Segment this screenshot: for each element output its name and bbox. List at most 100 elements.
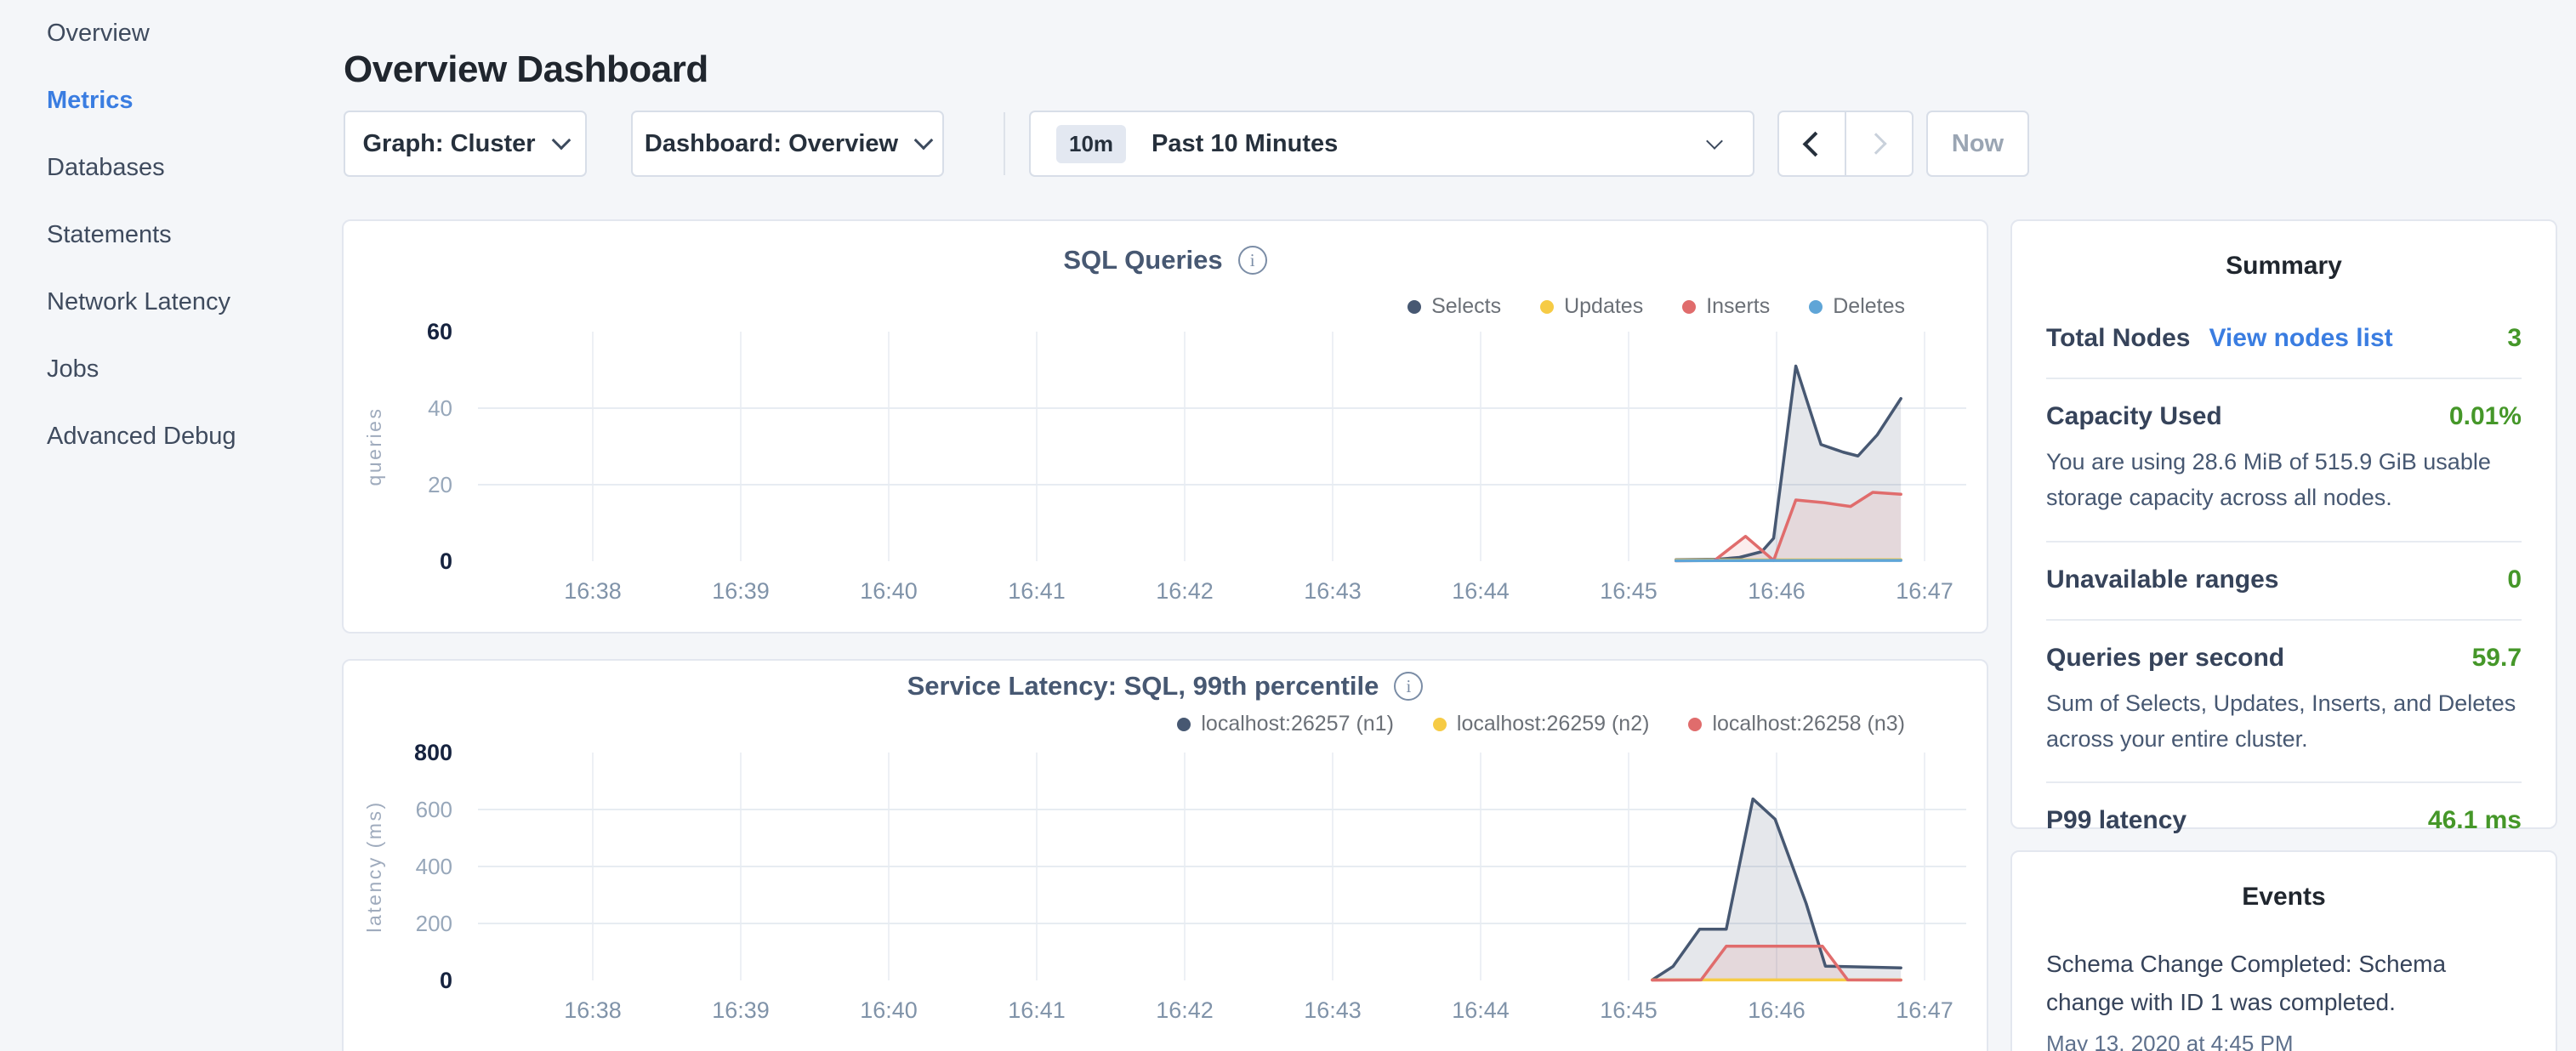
- legend-dot-icon: [1809, 300, 1823, 314]
- summary-row-label: P99 latency: [2046, 806, 2186, 835]
- legend-dot-icon: [1433, 718, 1447, 731]
- svg-text:16:44: 16:44: [1452, 578, 1510, 604]
- legend-label: localhost:26259 (n2): [1457, 712, 1650, 736]
- chart-canvas[interactable]: 16:3816:3916:4016:4116:4216:4316:4416:45…: [344, 744, 1990, 1051]
- time-step-buttons: [1777, 111, 1914, 177]
- legend-label: localhost:26257 (n1): [1201, 712, 1394, 736]
- previous-time-button[interactable]: [1779, 112, 1846, 175]
- legend-item[interactable]: localhost:26258 (n3): [1688, 712, 1905, 736]
- svg-text:600: 600: [416, 797, 452, 822]
- chart-canvas[interactable]: 16:3816:3916:4016:4116:4216:4316:4416:45…: [344, 323, 1990, 604]
- event-item[interactable]: Schema Change Completed: Schema change w…: [2046, 946, 2522, 1051]
- chevron-down-icon: [551, 131, 571, 151]
- events-title: Events: [2012, 883, 2556, 912]
- legend-dot-icon: [1682, 300, 1696, 314]
- legend-dot-icon: [1688, 718, 1702, 731]
- legend-item[interactable]: Deletes: [1809, 294, 1905, 319]
- sidebar-item-overview[interactable]: Overview: [0, 0, 340, 67]
- events-panel: Events Schema Change Completed: Schema c…: [2010, 850, 2557, 1051]
- legend-label: localhost:26258 (n3): [1712, 712, 1905, 736]
- svg-text:200: 200: [416, 911, 452, 936]
- sql-queries-chart-card: SQL Queries i Selects Updates Inserts Delet…: [342, 219, 1988, 633]
- summary-row-head: Unavailable ranges0: [2046, 565, 2522, 594]
- svg-text:0: 0: [440, 548, 452, 574]
- chart-legend: Selects Updates Inserts Deletes: [1407, 294, 1905, 319]
- svg-text:16:45: 16:45: [1600, 997, 1658, 1023]
- summary-rows: Total NodesView nodes list3Capacity Used…: [2046, 301, 2522, 860]
- event-message: Schema Change Completed: Schema change w…: [2046, 946, 2465, 1022]
- dashboard-dropdown[interactable]: Dashboard: Overview: [631, 111, 944, 177]
- time-window-badge: 10m: [1056, 125, 1126, 163]
- legend-item[interactable]: localhost:26257 (n1): [1177, 712, 1394, 736]
- sidebar-item-metrics[interactable]: Metrics: [0, 67, 340, 134]
- time-range-dropdown[interactable]: 10m Past 10 Minutes: [1029, 111, 1754, 177]
- summary-row-head: P99 latency 46.1 ms: [2046, 806, 2522, 835]
- page-title: Overview Dashboard: [344, 48, 708, 91]
- sidebar-item-databases[interactable]: Databases: [0, 134, 340, 202]
- summary-row: Total NodesView nodes list3: [2046, 301, 2522, 379]
- svg-text:16:42: 16:42: [1156, 997, 1214, 1023]
- service-latency-chart-card: Service Latency: SQL, 99th percentile i …: [342, 659, 1988, 1051]
- svg-text:16:45: 16:45: [1600, 578, 1658, 604]
- view-nodes-link[interactable]: View nodes list: [2209, 324, 2392, 353]
- chevron-left-icon: [1803, 131, 1828, 156]
- svg-text:16:39: 16:39: [712, 578, 770, 604]
- summary-row: Unavailable ranges0: [2046, 543, 2522, 621]
- sidebar-item-statements[interactable]: Statements: [0, 202, 340, 269]
- summary-row-label: Total Nodes: [2046, 324, 2190, 353]
- now-button[interactable]: Now: [1926, 111, 2029, 177]
- svg-text:16:43: 16:43: [1304, 997, 1362, 1023]
- summary-row-label: Capacity Used: [2046, 402, 2222, 431]
- summary-row-value: 0.01%: [2449, 402, 2522, 431]
- dashboard-dropdown-label: Dashboard: Overview: [645, 130, 898, 158]
- svg-text:0: 0: [440, 968, 452, 993]
- summary-row-value: 59.7: [2472, 644, 2522, 673]
- graph-dropdown[interactable]: Graph: Cluster: [344, 111, 587, 177]
- svg-text:40: 40: [428, 395, 452, 421]
- svg-text:16:43: 16:43: [1304, 578, 1362, 604]
- app-root: OverviewMetricsDatabasesStatementsNetwor…: [0, 0, 2576, 1051]
- svg-text:16:38: 16:38: [564, 578, 622, 604]
- summary-row-head: Queries per second59.7: [2046, 644, 2522, 673]
- summary-row: P99 latency 46.1 ms: [2046, 783, 2522, 860]
- svg-text:16:44: 16:44: [1452, 997, 1510, 1023]
- summary-row-value: 46.1 ms: [2428, 806, 2522, 835]
- sidebar: OverviewMetricsDatabasesStatementsNetwor…: [0, 0, 340, 470]
- summary-row: Queries per second59.7Sum of Selects, Up…: [2046, 621, 2522, 784]
- graph-dropdown-label: Graph: Cluster: [362, 130, 535, 158]
- chart-title: Service Latency: SQL, 99th percentile: [907, 671, 1379, 702]
- chevron-down-icon: [914, 131, 934, 151]
- sidebar-item-network-latency[interactable]: Network Latency: [0, 269, 340, 336]
- info-icon[interactable]: i: [1394, 672, 1423, 701]
- info-icon[interactable]: i: [1238, 246, 1267, 275]
- legend-label: Updates: [1564, 294, 1643, 319]
- controls-divider: [1004, 112, 1005, 175]
- summary-title: Summary: [2012, 252, 2556, 281]
- summary-row-value: 0: [2507, 565, 2522, 594]
- event-timestamp: May 13, 2020 at 4:45 PM: [2046, 1031, 2522, 1051]
- legend-dot-icon: [1540, 300, 1554, 314]
- legend-label: Deletes: [1833, 294, 1905, 319]
- svg-text:16:40: 16:40: [860, 997, 918, 1023]
- legend-item[interactable]: localhost:26259 (n2): [1433, 712, 1650, 736]
- svg-text:16:39: 16:39: [712, 997, 770, 1023]
- legend-item[interactable]: Updates: [1540, 294, 1643, 319]
- svg-text:latency (ms): latency (ms): [363, 800, 385, 932]
- legend-label: Inserts: [1706, 294, 1770, 319]
- svg-text:16:42: 16:42: [1156, 578, 1214, 604]
- summary-panel: Summary Total NodesView nodes list3Capac…: [2010, 219, 2557, 829]
- chart-legend: localhost:26257 (n1) localhost:26259 (n2)…: [1177, 712, 1905, 736]
- legend-item[interactable]: Inserts: [1682, 294, 1770, 319]
- chart-title: SQL Queries: [1063, 245, 1222, 276]
- svg-text:16:41: 16:41: [1008, 578, 1066, 604]
- next-time-button[interactable]: [1846, 112, 1912, 175]
- summary-row-description: You are using 28.6 MiB of 515.9 GiB usab…: [2046, 445, 2522, 516]
- legend-item[interactable]: Selects: [1407, 294, 1501, 319]
- svg-text:20: 20: [428, 472, 452, 497]
- summary-row-head: Total NodesView nodes list3: [2046, 324, 2522, 353]
- sidebar-item-advanced-debug[interactable]: Advanced Debug: [0, 403, 340, 470]
- svg-text:16:46: 16:46: [1748, 997, 1805, 1023]
- svg-text:400: 400: [416, 854, 452, 879]
- sidebar-item-jobs[interactable]: Jobs: [0, 336, 340, 403]
- svg-text:16:47: 16:47: [1896, 578, 1953, 604]
